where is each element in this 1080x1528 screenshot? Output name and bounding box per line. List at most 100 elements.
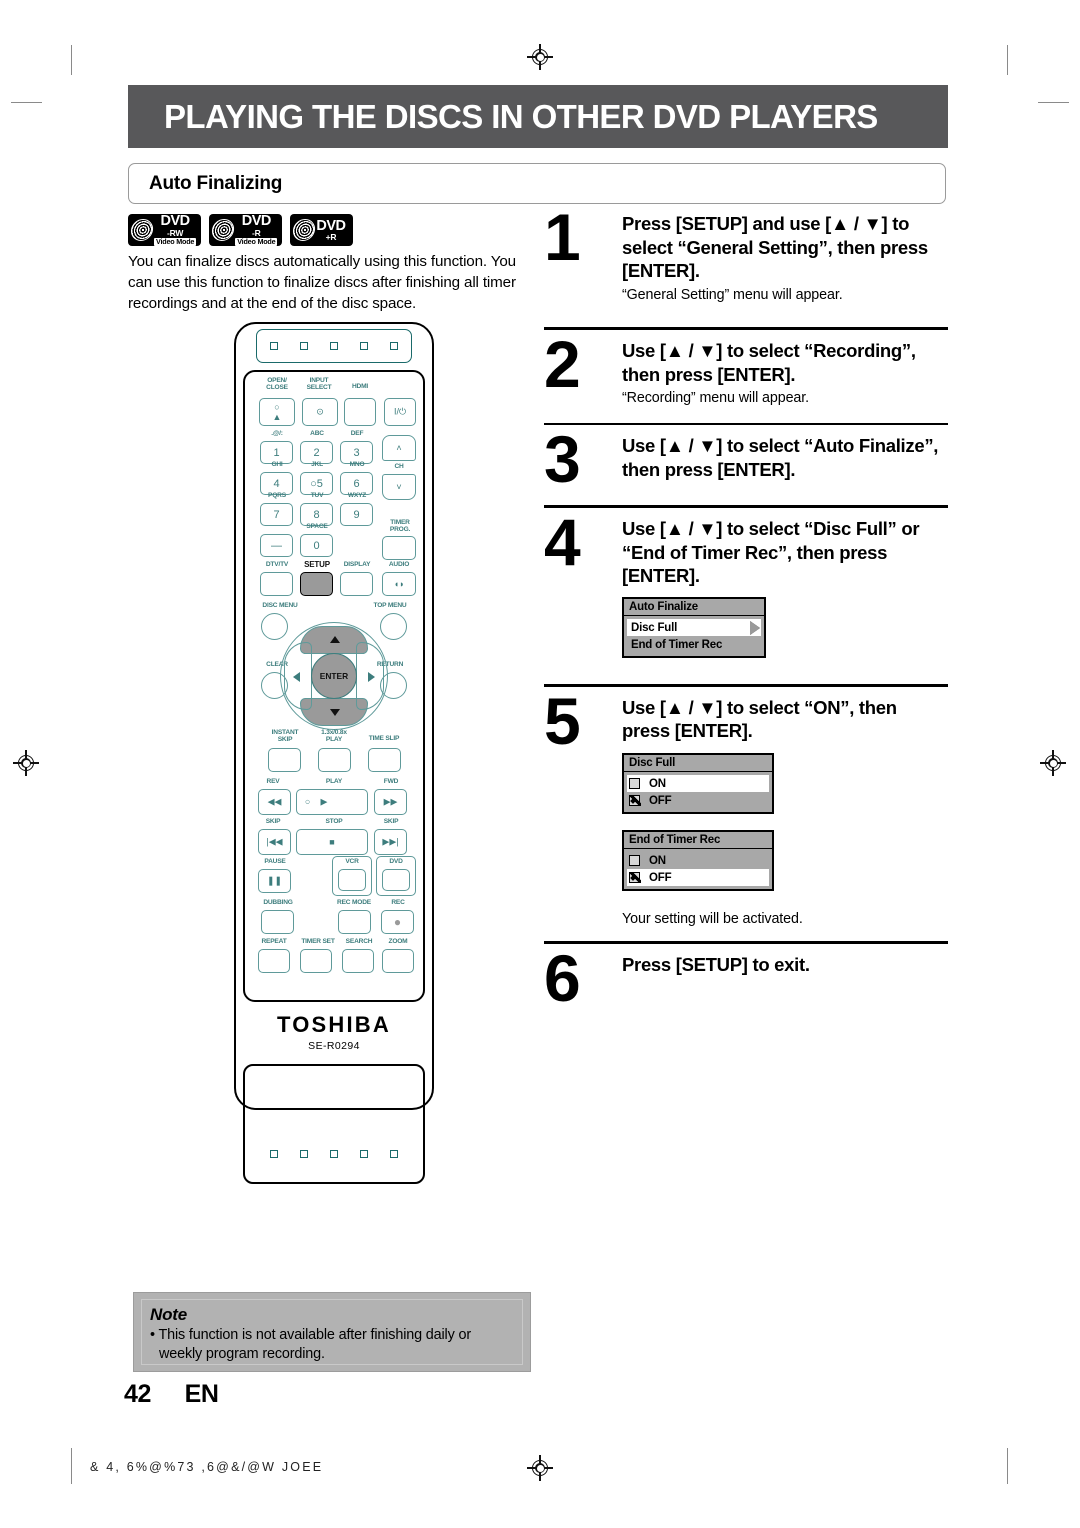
dash-glyph: —	[271, 539, 282, 552]
skip-forward-button[interactable]: ▶▶|	[374, 829, 407, 855]
osd-row-off[interactable]: OFF	[627, 792, 769, 809]
zoom-button[interactable]	[382, 949, 414, 973]
registration-mark-top	[527, 44, 553, 70]
dtv-tv-label: DTV/TV	[265, 561, 289, 568]
setup-button[interactable]	[300, 572, 333, 596]
search-button[interactable]	[342, 949, 374, 973]
page-number: 42	[124, 1380, 152, 1408]
logo-bottom-text: -R	[252, 227, 261, 238]
section-title-box: Auto Finalizing	[128, 163, 946, 204]
vcr-button[interactable]	[338, 869, 366, 891]
fwd-button[interactable]: ▶▶	[374, 789, 407, 815]
osd-row-disc-full[interactable]: Disc Full	[627, 619, 761, 637]
dpad-left-button[interactable]	[284, 642, 312, 710]
hdmi-button[interactable]	[344, 398, 376, 426]
instant-skip-button[interactable]	[268, 748, 301, 772]
dvd-r-video-mode-icon: DVD -R Video Mode	[209, 214, 283, 246]
skip-forward-label: SKIP	[383, 818, 399, 825]
dtv-tv-button[interactable]	[260, 572, 293, 596]
key-5-alpha-label: JKL	[311, 461, 323, 468]
dvd-plus-r-icon: DVD +R	[290, 214, 353, 246]
step-number: 3	[544, 422, 581, 497]
search-label: SEARCH	[345, 938, 373, 945]
key-0-alpha-label: SPACE	[306, 523, 328, 530]
step-subtext: “General Setting” menu will appear.	[622, 287, 843, 304]
osd-title: Disc Full	[624, 755, 772, 773]
osd-row-label: ON	[649, 854, 666, 867]
timer-set-label: TIMER SET	[301, 938, 335, 945]
direction-pad: ENTER	[280, 622, 388, 730]
page-title: PLAYING THE DISCS IN OTHER DVD PLAYERS	[164, 97, 878, 135]
disc-icon	[211, 219, 236, 241]
step-heading: Use [▲ / ▼] to select “ON”, then press […	[622, 696, 897, 742]
chevron-right-icon	[750, 620, 760, 635]
crop-mark-top-right-vertical	[1007, 45, 1009, 75]
registration-mark-bottom	[527, 1455, 553, 1481]
checkbox-checked-icon[interactable]	[629, 795, 641, 807]
triangle-down-icon	[330, 709, 340, 716]
enter-label: ENTER	[319, 671, 349, 681]
time-slip-button[interactable]	[368, 748, 401, 772]
key-7-button[interactable]: 7	[260, 503, 293, 526]
disc-icon	[292, 219, 317, 241]
input-arrow-icon: ⊙	[316, 406, 324, 417]
page-language: EN	[184, 1380, 219, 1408]
dash-button[interactable]: —	[260, 534, 293, 557]
play-speed-button[interactable]	[318, 748, 351, 772]
dvd-button[interactable]	[382, 869, 410, 891]
setup-label: SETUP	[304, 560, 330, 569]
power-button[interactable]: I/⏻	[384, 398, 416, 426]
divider	[544, 505, 948, 509]
channel-down-button[interactable]: ˅	[382, 474, 416, 500]
checkbox-unchecked-icon[interactable]	[629, 855, 640, 867]
page-title-bar: PLAYING THE DISCS IN OTHER DVD PLAYERS	[128, 85, 948, 148]
skip-back-button[interactable]: |◀◀	[258, 829, 291, 855]
checkbox-unchecked-icon[interactable]	[629, 778, 640, 790]
zoom-label: ZOOM	[388, 938, 408, 945]
key-9-button[interactable]: 9	[340, 503, 373, 526]
key-6-alpha-label: MNO	[349, 461, 365, 468]
activated-note: Your setting will be activated.	[622, 911, 803, 928]
checkbox-checked-icon[interactable]	[629, 872, 641, 884]
osd-row-on[interactable]: ON	[627, 852, 769, 869]
note-body: • This function is not available after f…	[150, 1327, 471, 1363]
dpad-right-button[interactable]	[356, 642, 384, 710]
open-close-button[interactable]: ○ ▲	[259, 398, 295, 426]
intro-paragraph: You can finalize discs automatically usi…	[128, 253, 516, 312]
dubbing-button[interactable]	[261, 910, 294, 934]
key-2-digit: 2	[313, 446, 320, 459]
rec-button[interactable]: ●	[381, 910, 414, 934]
osd-row-off[interactable]: OFF	[627, 869, 769, 887]
key-0-button[interactable]: 0	[300, 534, 333, 557]
enter-button[interactable]: ENTER	[311, 653, 357, 699]
step-heading: Use [▲ / ▼] to select “Recording”, then …	[622, 339, 916, 385]
osd-end-of-timer-rec-menu: End of Timer Rec ON OFF	[622, 830, 774, 892]
play-button[interactable]: ○ ▶	[296, 789, 368, 815]
divider	[544, 941, 948, 944]
remote-bottom-square-2	[300, 1150, 308, 1158]
pause-button[interactable]: ❚❚	[258, 869, 291, 893]
repeat-button[interactable]	[258, 949, 290, 973]
step-6: 6 Press [SETUP] to exit.	[544, 945, 948, 1017]
steps-column: 1 Press [SETUP] and use [▲ / ▼] to selec…	[544, 204, 948, 1017]
timer-set-button[interactable]	[300, 949, 332, 973]
audio-button[interactable]: ◖◗	[382, 572, 416, 596]
crop-mark-top-left-horizontal	[11, 102, 42, 104]
channel-up-button[interactable]: ˄	[382, 435, 416, 461]
osd-row-end-of-timer-rec[interactable]: End of Timer Rec	[627, 636, 761, 653]
key-4-alpha-label: GHI	[271, 461, 283, 468]
remote-top-square-3	[330, 342, 338, 350]
rec-mode-button[interactable]	[338, 910, 371, 934]
input-select-button[interactable]: ⊙	[302, 398, 338, 426]
remote-top-square-1	[270, 342, 278, 350]
display-button[interactable]	[340, 572, 373, 596]
triangle-left-icon	[293, 672, 300, 682]
record-icon: ●	[393, 915, 402, 929]
timer-prog-button[interactable]	[382, 536, 416, 560]
rev-button[interactable]: ◀◀	[258, 789, 291, 815]
key-6-digit: 6	[353, 477, 360, 490]
stop-button[interactable]: ■	[296, 829, 368, 855]
chevron-down-icon: ˅	[396, 482, 402, 492]
rec-mode-label: REC MODE	[337, 899, 371, 906]
osd-row-on[interactable]: ON	[627, 775, 769, 793]
